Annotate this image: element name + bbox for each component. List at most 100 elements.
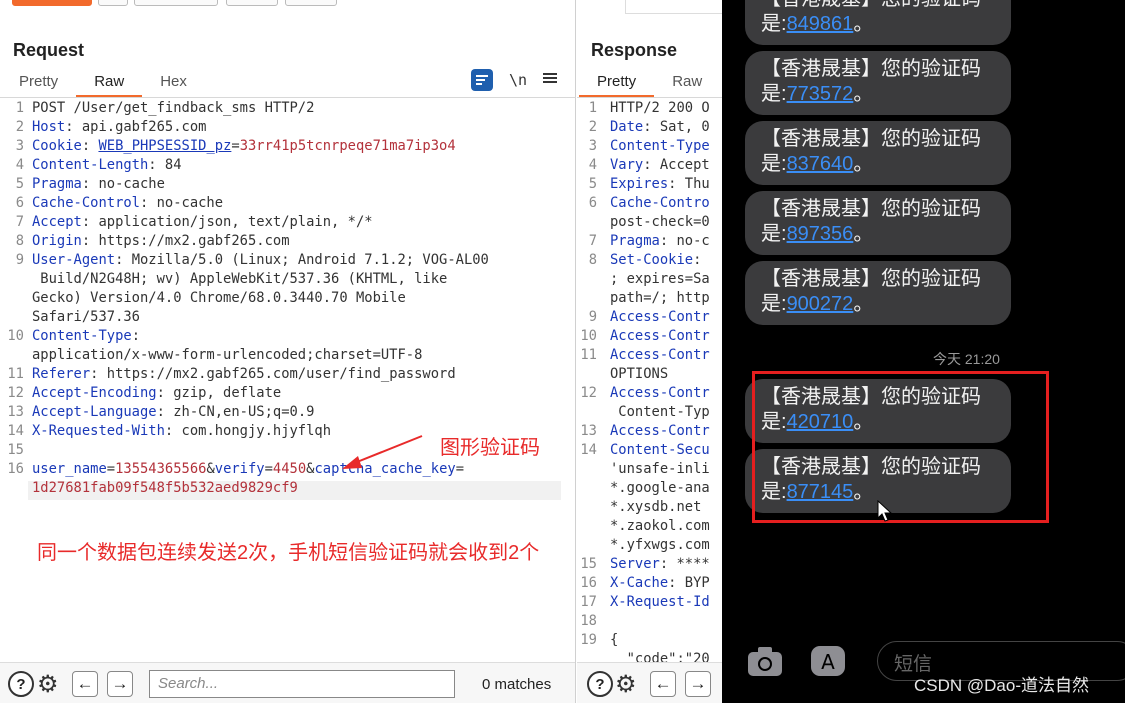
code-line: Date: Sat, 0	[610, 119, 710, 135]
timestamp: 今天 21:20	[933, 351, 1000, 367]
line-number: 3	[588, 138, 597, 154]
settings-gear-icon[interactable]: ⚙	[615, 670, 637, 699]
code-line: Accept: application/json, text/plain, */…	[32, 214, 373, 230]
code-line: Content-Secu	[610, 442, 710, 458]
line-number: 9	[15, 252, 24, 268]
line-number: 18	[580, 613, 597, 629]
code-line: Content-Type:	[32, 328, 140, 344]
response-bottom-bar: ? ⚙ ← →	[577, 662, 722, 703]
code-line: Content-Type	[610, 138, 710, 154]
line-number: 19	[580, 632, 597, 648]
line-number: 10	[7, 328, 24, 344]
menu-icon[interactable]	[543, 71, 557, 90]
code-line: *.yfxwgs.com	[610, 537, 710, 553]
svg-text:A: A	[821, 650, 835, 674]
line-number: 12	[580, 385, 597, 401]
search-input[interactable]: Search...	[149, 670, 455, 698]
code-line: Pragma: no-cache	[32, 176, 165, 192]
code-line: Accept-Encoding: gzip, deflate	[32, 385, 282, 401]
line-number: 13	[580, 423, 597, 439]
code-line: *.zaokol.com	[610, 518, 710, 534]
code-line: application/x-www-form-urlencoded;charse…	[32, 347, 423, 363]
captcha-annotation: 图形验证码	[440, 437, 540, 459]
code-line: Content-Length: 84	[32, 157, 182, 173]
divider	[0, 97, 576, 98]
settings-gear-icon[interactable]: ⚙	[37, 670, 59, 699]
sms-bubble[interactable]: 【香港晟基】您的验证码 是:837640。	[745, 121, 1011, 185]
code-line: path=/; http	[610, 290, 710, 306]
note-annotation: 同一个数据包连续发送2次，手机短信验证码就会收到2个	[37, 542, 540, 564]
line-number: 17	[580, 594, 597, 610]
line-number: 8	[588, 252, 597, 268]
line-number: 7	[588, 233, 597, 249]
toolbar-button[interactable]	[285, 0, 337, 6]
tab-hex[interactable]: Hex	[142, 72, 205, 98]
verification-code-link[interactable]: 837640	[787, 153, 854, 175]
tab-raw[interactable]: Raw	[654, 72, 720, 98]
code-line: Cookie: WEB_PHPSESSID_pz=33rr41p5tcnrpeq…	[32, 138, 456, 154]
code-line: X-Requested-With: com.hongjy.hjyflqh	[32, 423, 332, 439]
response-tabs: Pretty Raw	[579, 72, 720, 98]
match-count: 0 matches	[482, 676, 552, 693]
mouse-cursor-icon	[877, 499, 893, 528]
code-line: User-Agent: Mozilla/5.0 (Linux; Android …	[32, 252, 489, 268]
newline-toggle-icon[interactable]: \n	[509, 71, 527, 89]
code-line: Accept-Language: zh-CN,en-US;q=0.9	[32, 404, 315, 420]
sms-bubble[interactable]: 【香港晟基】您的验证码 是:897356。	[745, 191, 1011, 255]
help-icon[interactable]: ?	[8, 671, 34, 697]
line-number: 11	[580, 347, 597, 363]
help-icon[interactable]: ?	[587, 671, 613, 697]
code-line: post-check=0	[610, 214, 710, 230]
divider	[577, 97, 722, 98]
code-line: *.xysdb.net	[610, 499, 702, 515]
tab-pretty[interactable]: Pretty	[579, 72, 655, 98]
send-button[interactable]	[12, 0, 92, 6]
verification-code-link[interactable]: 773572	[787, 83, 854, 105]
code-line: Cache-Contro	[610, 195, 710, 211]
sms-bubble[interactable]: 【香港晟基】您的验证码是:849861。	[745, 0, 1011, 45]
line-number: 14	[580, 442, 597, 458]
line-number: 16	[580, 575, 597, 591]
line-number: 14	[7, 423, 24, 439]
code-line: POST /User/get_findback_sms HTTP/2	[32, 100, 315, 116]
line-number: 2	[15, 119, 24, 135]
forward-arrow-icon[interactable]: →	[107, 671, 133, 697]
code-line: X-Cache: BYP	[610, 575, 710, 591]
sms-bubble[interactable]: 【香港晟基】您的验证码 是:773572。	[745, 51, 1011, 115]
line-number: 5	[588, 176, 597, 192]
code-line: Build/N2G48H; wv) AppleWebKit/537.36 (KH…	[32, 271, 448, 287]
camera-icon[interactable]	[746, 644, 784, 678]
app-store-icon[interactable]: A	[809, 644, 849, 678]
toolbar-button[interactable]	[98, 0, 128, 6]
sms-bubble[interactable]: 【香港晟基】您的验证码 是:900272。	[745, 261, 1011, 325]
back-arrow-icon[interactable]: ←	[72, 671, 98, 697]
code-line: Origin: https://mx2.gabf265.com	[32, 233, 290, 249]
line-number: 4	[588, 157, 597, 173]
code-line: Host: api.gabf265.com	[32, 119, 207, 135]
line-number: 2	[588, 119, 597, 135]
code-line: X-Request-Id	[610, 594, 710, 610]
code-line: Cache-Control: no-cache	[32, 195, 224, 211]
line-number: 6	[15, 195, 24, 211]
line-number: 15	[7, 442, 24, 458]
code-line: Content-Typ	[610, 404, 710, 420]
pretty-format-icon[interactable]	[470, 69, 493, 91]
line-number: 9	[588, 309, 597, 325]
verification-code-link[interactable]: 897356	[787, 223, 854, 245]
window-corner	[625, 0, 722, 14]
back-arrow-icon[interactable]: ←	[650, 671, 676, 697]
tab-raw[interactable]: Raw	[76, 72, 143, 98]
verification-code-link[interactable]: 900272	[787, 293, 854, 315]
line-number: 5	[15, 176, 24, 192]
request-bottom-bar: ? ⚙ ← → Search... 0 matches	[0, 662, 575, 703]
forward-arrow-icon[interactable]: →	[685, 671, 711, 697]
line-number: 4	[15, 157, 24, 173]
toolbar-button[interactable]	[226, 0, 278, 6]
verification-code-link[interactable]: 849861	[787, 13, 854, 35]
toolbar-button[interactable]	[134, 0, 218, 6]
code-line: Set-Cookie:	[610, 252, 702, 268]
code-line: Vary: Accept	[610, 157, 710, 173]
tab-pretty[interactable]: Pretty	[1, 72, 76, 98]
response-title: Response	[591, 40, 678, 60]
code-line: Gecko) Version/4.0 Chrome/68.0.3440.70 M…	[32, 290, 406, 306]
